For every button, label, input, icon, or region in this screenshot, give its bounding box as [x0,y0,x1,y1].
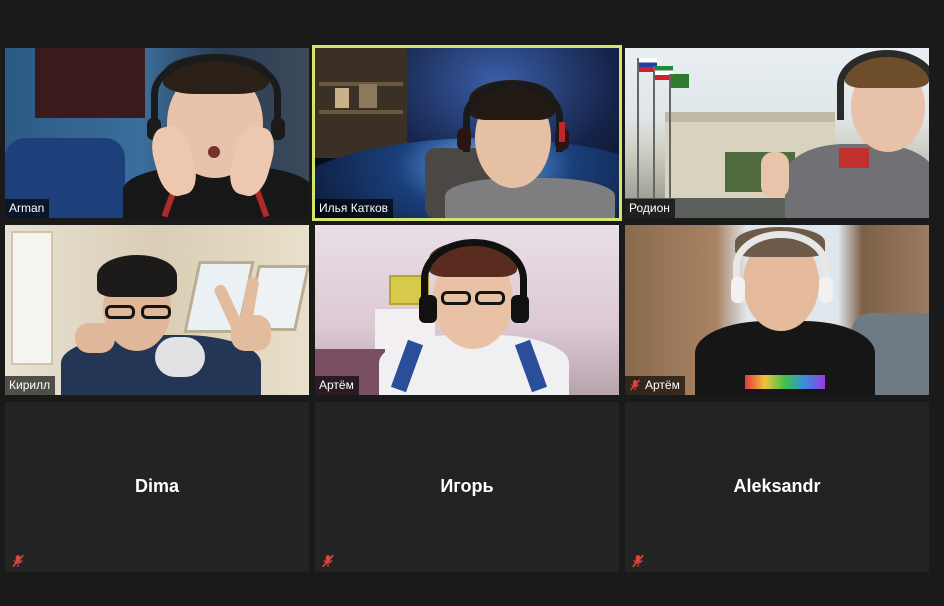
participant-tile-kirill[interactable]: Кирилл [5,225,309,395]
participant-name-label: Артём [315,376,359,395]
participant-tile-ilya[interactable]: Илья Катков [312,45,622,221]
participant-tile-artyom-1[interactable]: Артём [315,225,619,395]
participant-name-label: Кирилл [5,376,56,395]
microphone-muted-icon [632,554,644,568]
participant-name-label: Илья Катков [315,199,394,218]
video-feed [5,225,309,395]
participant-tile-igor[interactable]: Игорь [315,402,619,572]
participant-name-label: Родион [625,199,675,218]
participant-name-label: Arman [5,199,50,218]
video-feed [625,225,929,395]
participant-name-label: Артём [625,376,685,395]
microphone-muted-icon [322,554,334,568]
video-feed [315,48,619,218]
participant-tile-dima[interactable]: Dima [5,402,309,572]
gallery-grid: Arman Илья Катков Родион Кирилл Артём Ар… [0,0,944,606]
participant-name: Dima [134,476,179,496]
video-feed [315,225,619,395]
video-feed [5,48,309,218]
participant-name: Aleksandr [733,476,821,496]
participant-tile-aleksandr[interactable]: Aleksandr [625,402,929,572]
microphone-muted-icon [629,379,641,391]
participant-tile-artyom-2[interactable]: Артём [625,225,929,395]
participant-tile-rodion[interactable]: Родион [625,48,929,218]
participant-tile-arman[interactable]: Arman [5,48,309,218]
participant-name: Игорь [440,476,494,496]
video-feed [625,48,929,218]
microphone-muted-icon [12,554,24,568]
